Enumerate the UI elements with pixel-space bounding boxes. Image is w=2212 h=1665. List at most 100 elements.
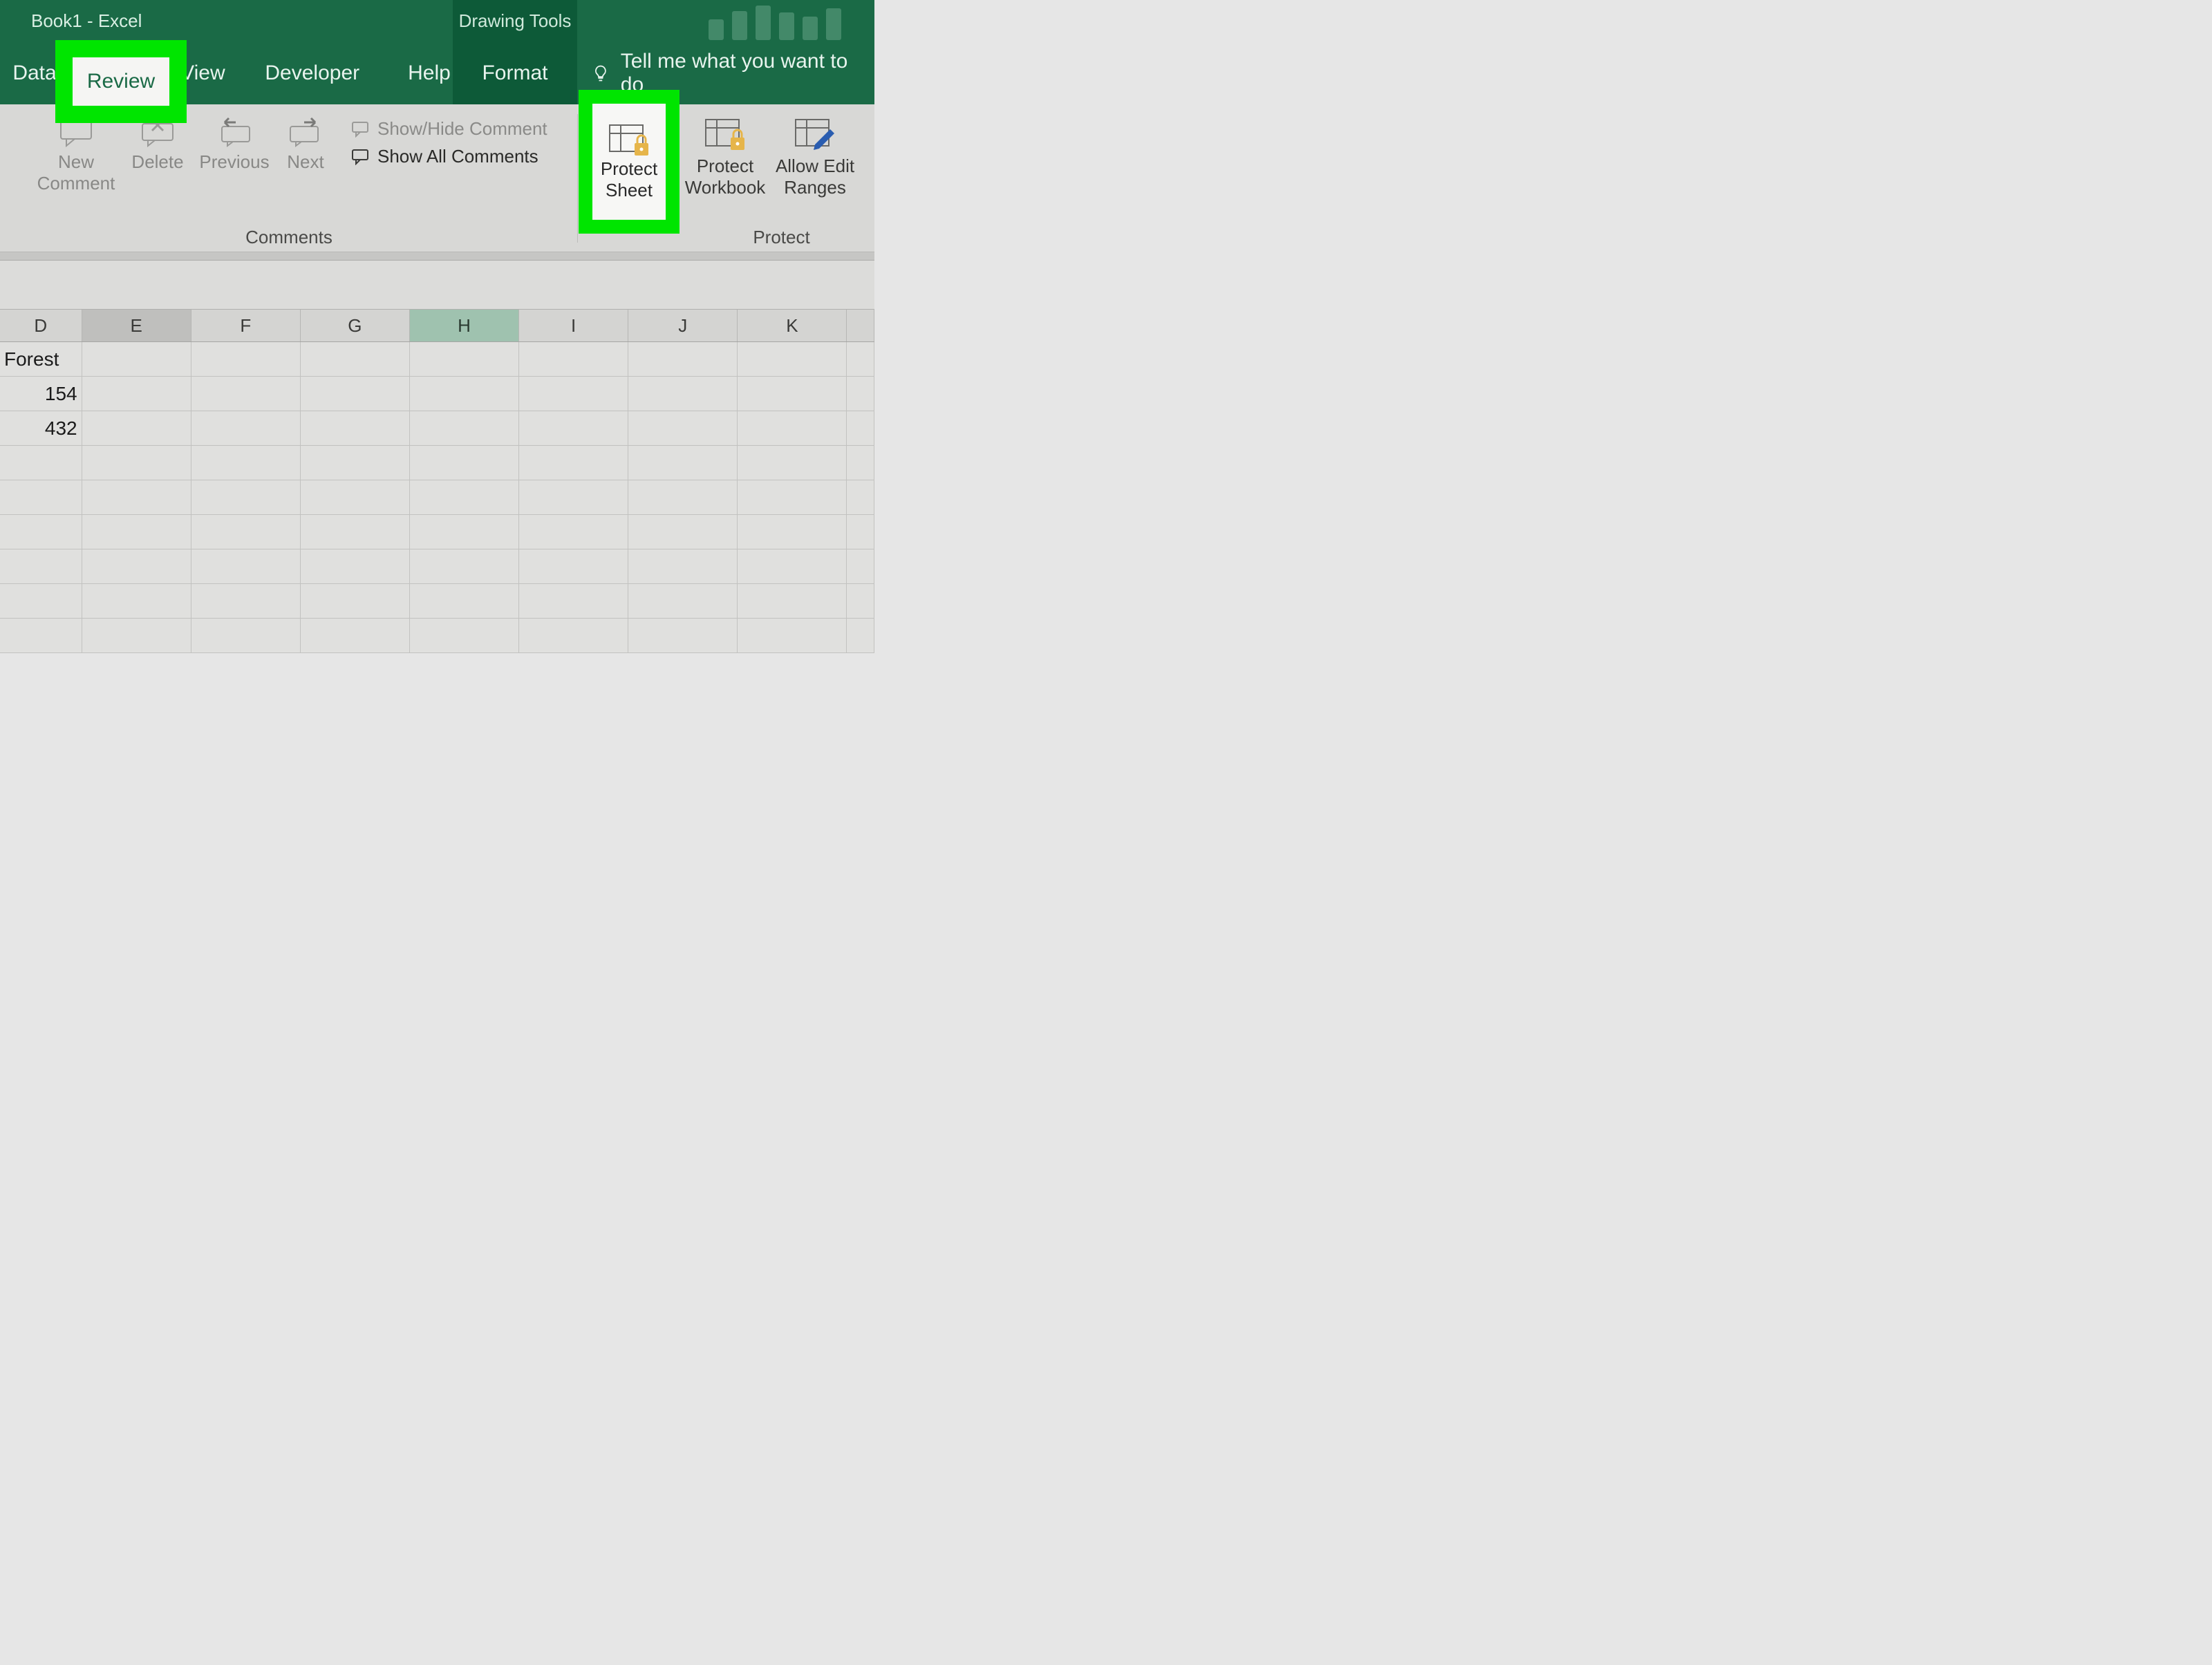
cell[interactable] [519,446,628,480]
col-header-f[interactable]: F [191,310,301,341]
cell[interactable] [628,446,738,480]
cell[interactable] [410,446,519,480]
cell[interactable] [519,411,628,445]
cell[interactable] [628,515,738,549]
cell[interactable] [738,619,847,652]
cell[interactable] [519,584,628,618]
cell[interactable] [410,480,519,514]
cell[interactable] [82,377,191,411]
cell[interactable] [628,342,738,376]
cell[interactable] [0,619,82,652]
cell[interactable] [628,619,738,652]
col-header-d[interactable]: D [0,310,82,341]
formula-bar-area[interactable] [0,261,874,309]
cell[interactable] [0,549,82,583]
cell[interactable] [0,446,82,480]
cell[interactable] [519,515,628,549]
cell[interactable] [628,480,738,514]
protect-workbook-button[interactable]: Protect Workbook [680,117,770,198]
cell[interactable] [410,515,519,549]
cell[interactable] [738,377,847,411]
cell[interactable] [738,549,847,583]
cell[interactable] [410,377,519,411]
tab-data[interactable]: Data [14,41,55,104]
cell[interactable] [301,342,410,376]
tab-format[interactable]: Format [453,41,577,104]
col-header-e[interactable]: E [82,310,191,341]
cell[interactable] [191,411,301,445]
allow-edit-ranges-button[interactable]: Allow Edit Ranges [770,117,860,198]
cell[interactable] [0,515,82,549]
cell[interactable] [191,515,301,549]
cell[interactable] [191,619,301,652]
cell[interactable] [191,446,301,480]
cell[interactable] [82,411,191,445]
cell[interactable] [301,584,410,618]
col-header-k[interactable]: K [738,310,847,341]
cell[interactable] [191,342,301,376]
spreadsheet-grid[interactable]: Forest 154 432 [0,342,874,653]
cell[interactable] [738,584,847,618]
cell[interactable] [738,411,847,445]
cell[interactable] [519,480,628,514]
new-comment-button[interactable]: New Comment [35,117,118,194]
cell[interactable] [82,342,191,376]
cell[interactable] [82,515,191,549]
cell[interactable] [847,619,874,652]
cell[interactable] [301,549,410,583]
cell[interactable] [847,342,874,376]
cell[interactable]: 154 [0,377,82,411]
col-header-edge[interactable] [847,310,874,341]
cell[interactable]: 432 [0,411,82,445]
next-comment-button[interactable]: Next [281,117,330,173]
cell[interactable] [628,549,738,583]
cell[interactable] [628,584,738,618]
cell[interactable] [847,549,874,583]
col-header-g[interactable]: G [301,310,410,341]
cell[interactable] [191,549,301,583]
cell[interactable] [847,515,874,549]
cell[interactable] [301,411,410,445]
cell[interactable] [410,411,519,445]
cell[interactable] [410,342,519,376]
cell[interactable] [519,342,628,376]
show-hide-comment-button[interactable]: Show/Hide Comment [351,118,547,140]
cell[interactable] [82,584,191,618]
cell[interactable] [847,480,874,514]
cell[interactable] [519,377,628,411]
cell[interactable] [191,377,301,411]
tab-help[interactable]: Help [401,41,458,104]
cell[interactable] [410,584,519,618]
tab-developer[interactable]: Developer [258,41,366,104]
cell[interactable] [191,480,301,514]
cell[interactable] [410,549,519,583]
cell[interactable] [738,342,847,376]
cell[interactable] [0,480,82,514]
cell[interactable] [738,480,847,514]
cell[interactable] [82,446,191,480]
cell[interactable] [847,377,874,411]
cell[interactable] [301,480,410,514]
col-header-i[interactable]: I [519,310,628,341]
protect-sheet-button[interactable]: Protect Sheet [592,104,666,220]
show-all-comments-button[interactable]: Show All Comments [351,146,538,167]
cell[interactable] [82,480,191,514]
col-header-h[interactable]: H [410,310,519,341]
previous-comment-button[interactable]: Previous [196,117,272,173]
cell[interactable] [301,377,410,411]
col-header-j[interactable]: J [628,310,738,341]
cell[interactable] [847,411,874,445]
cell[interactable] [847,584,874,618]
delete-comment-button[interactable]: Delete [126,117,189,173]
cell[interactable] [738,446,847,480]
cell[interactable] [519,549,628,583]
cell[interactable] [410,619,519,652]
cell[interactable] [847,446,874,480]
cell[interactable] [301,515,410,549]
cell[interactable] [519,619,628,652]
cell[interactable] [191,584,301,618]
cell[interactable] [738,515,847,549]
cell[interactable]: Forest [0,342,82,376]
cell[interactable] [82,619,191,652]
cell[interactable] [301,619,410,652]
